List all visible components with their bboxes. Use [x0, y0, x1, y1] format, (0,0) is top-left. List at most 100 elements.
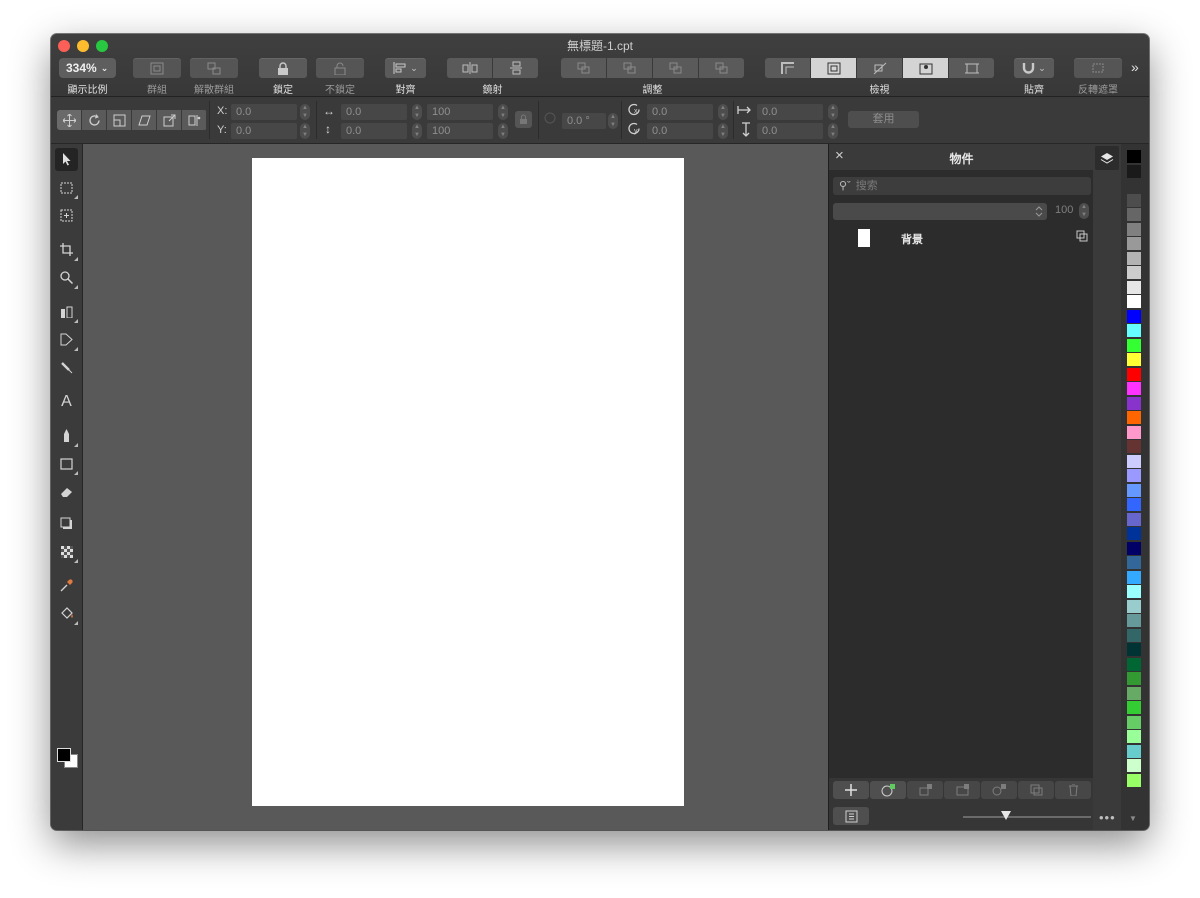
height-percent-field[interactable]: 100	[427, 123, 493, 139]
thumbnail-size-slider-knob[interactable]	[1001, 811, 1011, 820]
palette-swatch[interactable]	[1127, 614, 1141, 627]
chevron-down-icon[interactable]: ▼	[1129, 814, 1137, 823]
group-button[interactable]	[133, 58, 181, 78]
angle-stepper[interactable]: ▲ ▼	[608, 113, 618, 129]
objects-docker-tab[interactable]	[1095, 146, 1119, 170]
palette-swatch[interactable]	[1127, 773, 1141, 787]
x-position-stepper[interactable]: ▲ ▼	[300, 104, 310, 120]
brush-tool[interactable]	[55, 356, 78, 379]
rotation-center-x-field[interactable]: 0.0	[647, 104, 713, 120]
palette-swatch[interactable]	[1127, 657, 1141, 671]
width-field[interactable]: 0.0	[341, 104, 407, 120]
palette-swatch[interactable]	[1127, 454, 1141, 468]
invert-mask-button[interactable]	[1074, 58, 1122, 78]
create-object-button[interactable]	[907, 781, 943, 799]
palette-swatch[interactable]	[1127, 309, 1141, 323]
view-rulers-button[interactable]	[765, 58, 811, 78]
zoom-dropdown[interactable]: 334% ⌄	[59, 58, 116, 78]
palette-swatch[interactable]	[1127, 222, 1141, 236]
palette-swatch[interactable]	[1127, 251, 1141, 265]
combine-with-background-button[interactable]	[981, 781, 1017, 799]
drop-shadow-tool[interactable]	[55, 512, 78, 535]
palette-swatch[interactable]	[1127, 237, 1141, 250]
palette-swatch[interactable]	[1127, 570, 1141, 584]
palette-swatch[interactable]	[1127, 483, 1141, 497]
height-field[interactable]: 0.0	[341, 123, 407, 139]
palette-swatch[interactable]	[1127, 150, 1141, 163]
palette-swatch[interactable]	[1127, 338, 1141, 352]
object-opacity-value[interactable]: 100	[1055, 204, 1073, 216]
back-one-button[interactable]	[653, 58, 699, 78]
paint-tool[interactable]	[55, 424, 78, 447]
touch-up-tool[interactable]	[55, 328, 78, 351]
palette-swatch[interactable]	[1127, 208, 1141, 221]
palette-swatch[interactable]	[1127, 440, 1141, 453]
y-position-field[interactable]: 0.0	[231, 123, 297, 139]
unlock-button[interactable]	[316, 58, 364, 78]
palette-swatch[interactable]	[1127, 498, 1141, 511]
palette-swatch[interactable]	[1127, 672, 1141, 685]
view-printable-button[interactable]	[949, 58, 994, 78]
palette-swatch[interactable]	[1127, 295, 1141, 308]
skew-horizontal-field[interactable]: 0.0	[757, 104, 823, 120]
rotate-mode-button[interactable]	[82, 110, 107, 130]
palette-swatch[interactable]	[1127, 628, 1141, 642]
palette-swatch[interactable]	[1127, 512, 1141, 526]
size-mode-button[interactable]	[157, 110, 182, 130]
palette-swatch[interactable]	[1127, 411, 1141, 424]
align-dropdown[interactable]: ⌄	[385, 58, 426, 78]
new-lens-button[interactable]	[870, 781, 906, 799]
skew-vertical-field[interactable]: 0.0	[757, 123, 823, 139]
palette-swatch[interactable]	[1127, 730, 1141, 743]
document-page[interactable]	[252, 158, 684, 806]
palette-swatch[interactable]	[1127, 759, 1141, 772]
palette-swatch[interactable]	[1127, 715, 1141, 729]
width-percent-stepper[interactable]: ▲ ▼	[498, 104, 508, 120]
mirror-horizontal-button[interactable]	[447, 58, 493, 78]
eraser-tool[interactable]	[55, 480, 78, 503]
position-mode-button[interactable]	[182, 110, 207, 130]
height-stepper[interactable]: ▲ ▼	[412, 123, 422, 139]
palette-swatch[interactable]	[1127, 382, 1141, 395]
palette-swatch[interactable]	[1127, 266, 1141, 279]
view-guidelines-button[interactable]	[857, 58, 903, 78]
palette-swatch[interactable]	[1127, 643, 1141, 656]
toolbar-overflow-button[interactable]: »	[1131, 59, 1139, 75]
move-mode-button[interactable]	[57, 110, 82, 130]
layer-properties-icon[interactable]	[1076, 230, 1088, 245]
text-tool[interactable]: A	[55, 390, 78, 413]
palette-swatch[interactable]	[1127, 599, 1141, 613]
forward-one-button[interactable]	[607, 58, 653, 78]
merge-mode-select[interactable]	[833, 203, 1047, 220]
palette-swatch[interactable]	[1127, 686, 1141, 700]
skew-horizontal-stepper[interactable]: ▲ ▼	[828, 104, 838, 120]
eyedropper-tool[interactable]	[55, 574, 78, 597]
opacity-stepper[interactable]: ▲ ▼	[1079, 203, 1089, 219]
palette-swatch[interactable]	[1127, 585, 1141, 598]
palette-swatch[interactable]	[1127, 280, 1141, 294]
view-bleed-button[interactable]	[903, 58, 949, 78]
canvas-area[interactable]	[83, 144, 828, 830]
delete-object-button[interactable]	[1055, 781, 1091, 799]
palette-swatch[interactable]	[1127, 353, 1141, 366]
object-search-field[interactable]: ⚲ˇ 搜索	[833, 177, 1091, 195]
transform-mask-tool[interactable]	[55, 204, 78, 227]
rotation-center-y-field[interactable]: 0.0	[647, 123, 713, 139]
duplicate-object-button[interactable]	[1018, 781, 1054, 799]
lock-ratio-button[interactable]	[515, 111, 532, 128]
width-stepper[interactable]: ▲ ▼	[412, 104, 422, 120]
palette-swatch[interactable]	[1127, 324, 1141, 337]
crop-tool[interactable]	[55, 238, 78, 261]
ungroup-button[interactable]	[190, 58, 238, 78]
palette-swatch[interactable]	[1127, 179, 1141, 192]
palette-swatch[interactable]	[1127, 396, 1141, 410]
scale-mode-button[interactable]	[107, 110, 132, 130]
zoom-tool[interactable]	[55, 266, 78, 289]
rotation-center-x-stepper[interactable]: ▲ ▼	[718, 104, 728, 120]
view-page-button[interactable]	[811, 58, 857, 78]
layer-row[interactable]: 背景	[829, 226, 1094, 250]
snap-dropdown[interactable]: ⌄	[1014, 58, 1054, 78]
skew-mode-button[interactable]	[132, 110, 157, 130]
skew-vertical-stepper[interactable]: ▲ ▼	[828, 123, 838, 139]
palette-swatch[interactable]	[1127, 744, 1141, 758]
